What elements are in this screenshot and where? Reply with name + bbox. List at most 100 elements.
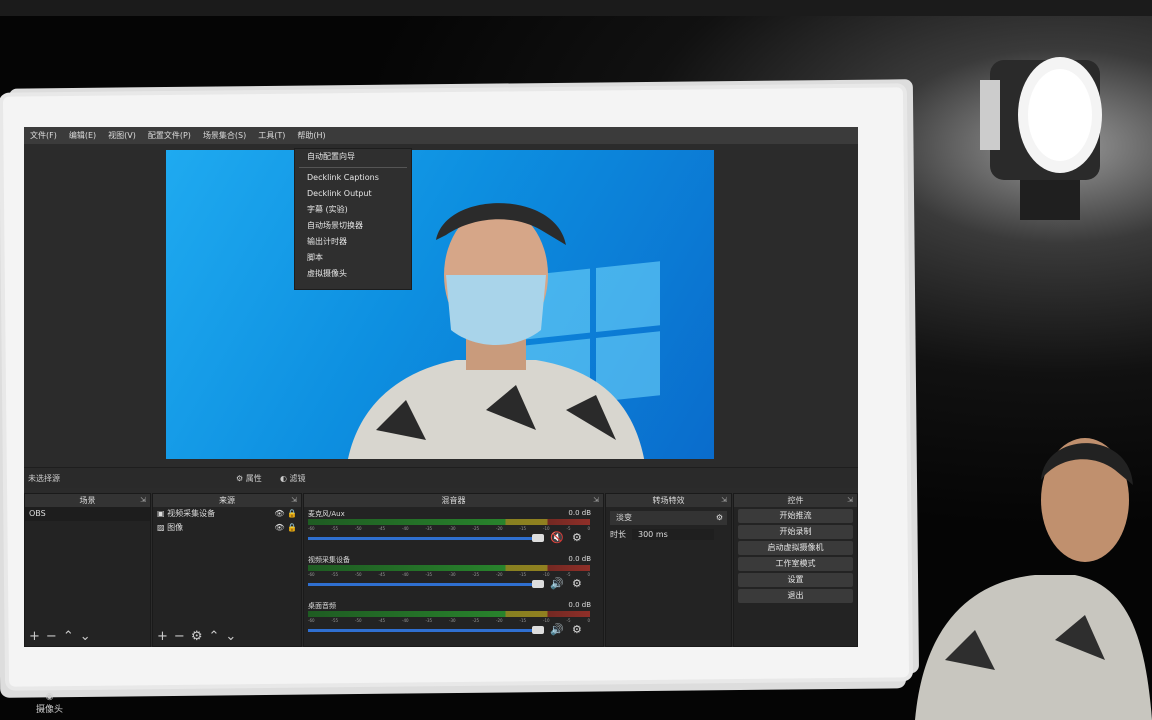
add-icon[interactable]: +: [157, 629, 168, 644]
settings-button[interactable]: 设置: [738, 573, 853, 587]
volume-meter: [308, 611, 590, 617]
channel-name: 麦克风/Aux: [308, 510, 345, 518]
panel-float-icon[interactable]: ⇲: [593, 494, 599, 507]
transitions-panel: 转场特效 ⇲ 淡变 ⚙ 时长 300 ms: [605, 493, 732, 647]
source-label: 图像: [167, 523, 184, 532]
duration-row: 时长 300 ms: [610, 529, 727, 540]
speaker-icon[interactable]: 🔊: [550, 577, 564, 590]
exit-button[interactable]: 退出: [738, 589, 853, 603]
menu-tools[interactable]: 工具(T): [258, 127, 285, 144]
menu-item-auto-config[interactable]: 自动配置向导: [295, 149, 411, 165]
volume-meter: [308, 565, 590, 571]
preview-canvas[interactable]: [166, 150, 714, 459]
gear-icon[interactable]: ⚙: [572, 577, 582, 590]
controls-panel: 控件 ⇲ 开始推流 开始录制 启动虚拟摄像机 工作室模式 设置 退出: [733, 493, 858, 647]
menu-profile[interactable]: 配置文件(P): [148, 127, 191, 144]
meter-ticks: -60 -55 -50 -45 -40 -35 -30 -25 -20 -15 -10 -5 0: [308, 526, 590, 531]
sources-panel: 来源 ⇲ ▣ 视频采集设备 👁 🔒 ▨ 图像 👁 🔒 + − ⚙ ⌃ ⌄: [152, 493, 302, 647]
channel-db: 0.0 dB: [568, 509, 591, 517]
move-up-icon[interactable]: ⌃: [208, 629, 219, 644]
source-label: 视频采集设备: [167, 509, 216, 518]
menu-item-output-timer[interactable]: 输出计时器: [295, 234, 411, 250]
source-item[interactable]: ▨ 图像 👁 🔒: [153, 521, 301, 535]
mixer-header: 混音器 ⇲: [304, 494, 603, 507]
speaker-icon[interactable]: 🔊: [550, 623, 564, 636]
transition-value: 淡变: [616, 513, 632, 522]
source-item[interactable]: ▣ 视频采集设备 👁 🔒: [153, 507, 301, 521]
add-icon[interactable]: +: [29, 629, 40, 644]
scenes-panel: 场景 ⇲ OBS + − ⌃ ⌄: [24, 493, 151, 647]
visibility-eye-icon[interactable]: 👁 🔒: [274, 507, 297, 521]
camera-taskbar-button[interactable]: ◉ 摄像头: [36, 692, 63, 715]
panel-float-icon[interactable]: ⇲: [140, 494, 146, 507]
tools-dropdown-menu: 自动配置向导 Decklink Captions Decklink Output…: [294, 148, 412, 290]
menu-item-auto-scene-switcher[interactable]: 自动场景切换器: [295, 218, 411, 234]
move-up-icon[interactable]: ⌃: [63, 629, 74, 644]
menu-item-decklink-output[interactable]: Decklink Output: [295, 186, 411, 202]
audio-mixer-panel: 混音器 ⇲ 麦克风/Aux 0.0 dB -60 -55 -50 -45 -40 -35 -3…: [303, 493, 604, 647]
controls-header: 控件 ⇲: [734, 494, 857, 507]
remove-icon[interactable]: −: [174, 629, 185, 644]
move-down-icon[interactable]: ⌄: [225, 629, 236, 644]
sources-title: 来源: [219, 496, 235, 505]
gear-icon[interactable]: ⚙: [191, 629, 203, 644]
menu-item-decklink-captions[interactable]: Decklink Captions: [295, 170, 411, 186]
transition-select[interactable]: 淡变 ⚙: [610, 511, 727, 525]
studio-mode-button[interactable]: 工作室模式: [738, 557, 853, 571]
volume-slider[interactable]: [308, 537, 542, 540]
menu-bar: 文件(F) 编辑(E) 视图(V) 配置文件(P) 场景集合(S) 工具(T) …: [24, 127, 858, 144]
source-context-bar: 未选择源 ⚙ 属性 ◐ 滤镜: [24, 467, 858, 488]
start-recording-button[interactable]: 开始录制: [738, 525, 853, 539]
start-streaming-button[interactable]: 开始推流: [738, 509, 853, 523]
no-source-label: 未选择源: [28, 474, 60, 483]
start-virtual-camera-button[interactable]: 启动虚拟摄像机: [738, 541, 853, 555]
duration-input[interactable]: 300 ms: [632, 529, 714, 540]
filters-button[interactable]: ◐ 滤镜: [280, 473, 306, 484]
panel-float-icon[interactable]: ⇲: [847, 494, 853, 507]
menu-separator: [299, 167, 407, 168]
volume-slider-handle[interactable]: [532, 580, 544, 588]
channel-db: 0.0 dB: [568, 555, 591, 563]
volume-slider[interactable]: [308, 583, 542, 586]
meter-ticks: -60 -55 -50 -45 -40 -35 -30 -25 -20 -15 -10 -5 0: [308, 572, 590, 577]
sources-header: 来源 ⇲: [153, 494, 301, 507]
mixer-channel-mic: 麦克风/Aux 0.0 dB -60 -55 -50 -45 -40 -35 -30 -25-…: [304, 507, 603, 553]
channel-name: 视频采集设备: [308, 556, 350, 564]
scenes-title: 场景: [79, 496, 96, 505]
menu-edit[interactable]: 编辑(E): [69, 127, 96, 144]
menu-item-captions[interactable]: 字幕 (实验): [295, 202, 411, 218]
volume-slider-handle[interactable]: [532, 626, 544, 634]
panel-float-icon[interactable]: ⇲: [291, 494, 297, 507]
gear-icon[interactable]: ⚙: [572, 531, 582, 544]
transitions-title: 转场特效: [652, 496, 685, 505]
volume-meter: [308, 519, 590, 525]
volume-slider-handle[interactable]: [532, 534, 544, 542]
camera-label: 摄像头: [36, 705, 64, 715]
mixer-channel-video: 视频采集设备 0.0 dB -60 -55 -50 -45 -40 -35 -30 -25 -2…: [304, 553, 603, 599]
presenter-person-graphic: [915, 438, 1152, 720]
menu-scene-collection[interactable]: 场景集合(S): [203, 127, 246, 144]
menu-file[interactable]: 文件(F): [30, 127, 57, 144]
transitions-header: 转场特效 ⇲: [606, 494, 731, 507]
gear-icon[interactable]: ⚙: [572, 623, 582, 636]
obs-window: 文件(F) 编辑(E) 视图(V) 配置文件(P) 场景集合(S) 工具(T) …: [24, 127, 858, 647]
camera-icon: ◉: [45, 692, 54, 702]
mixer-channel-desktop: 桌面音频 0.0 dB -60 -55 -50 -45 -40 -35 -30 -25 -20-…: [304, 599, 603, 645]
menu-help[interactable]: 帮助(H): [297, 127, 325, 144]
scene-item[interactable]: OBS: [25, 507, 150, 521]
muted-speaker-icon[interactable]: 🔇: [550, 531, 564, 544]
visibility-eye-icon[interactable]: 👁 🔒: [274, 521, 297, 535]
move-down-icon[interactable]: ⌄: [80, 629, 91, 644]
spotlight-lamp-graphic: [980, 57, 1102, 220]
menu-view[interactable]: 视图(V): [108, 127, 136, 144]
controls-title: 控件: [787, 496, 804, 505]
remove-icon[interactable]: −: [46, 629, 57, 644]
menu-item-scripts[interactable]: 脚本: [295, 250, 411, 266]
properties-button[interactable]: ⚙ 属性: [236, 473, 262, 484]
panel-float-icon[interactable]: ⇲: [721, 494, 727, 507]
sources-toolbar: + − ⚙ ⌃ ⌄: [157, 629, 236, 644]
gear-icon[interactable]: ⚙: [716, 511, 723, 525]
volume-slider[interactable]: [308, 629, 542, 632]
duration-label: 时长: [610, 530, 626, 539]
menu-item-virtual-camera[interactable]: 虚拟摄像头: [295, 266, 411, 282]
